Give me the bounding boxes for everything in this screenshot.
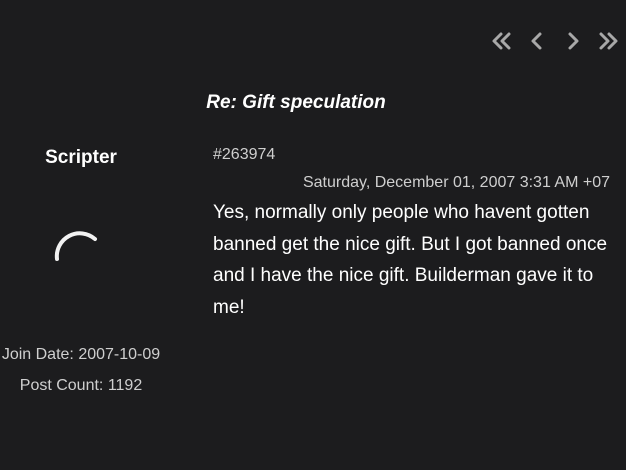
first-page-button[interactable]: [488, 28, 514, 54]
post-body: Yes, normally only people who havent got…: [213, 202, 608, 318]
forum-post-page: Re: Gift speculation Scripter Join Date:…: [0, 0, 626, 470]
author-join-date: Join Date: 2007-10-09: [1, 346, 161, 363]
next-page-button[interactable]: [560, 28, 586, 54]
author-name[interactable]: Scripter: [0, 147, 162, 169]
post-timestamp: Saturday, December 01, 2007 3:31 AM +07: [302, 174, 610, 191]
double-chevron-left-icon: [492, 32, 511, 50]
author-post-count: Post Count: 1192: [19, 377, 143, 394]
post-id-link[interactable]: #263974: [213, 146, 275, 164]
last-page-button[interactable]: [596, 28, 622, 54]
previous-page-button[interactable]: [524, 28, 550, 54]
chevron-left-icon: [531, 32, 542, 50]
double-chevron-right-icon: [599, 32, 618, 50]
pagination-controls: [488, 28, 622, 54]
thread-title: Re: Gift speculation: [206, 92, 386, 113]
avatar-loading-spinner-icon: [54, 231, 97, 261]
chevron-right-icon: [568, 32, 579, 50]
